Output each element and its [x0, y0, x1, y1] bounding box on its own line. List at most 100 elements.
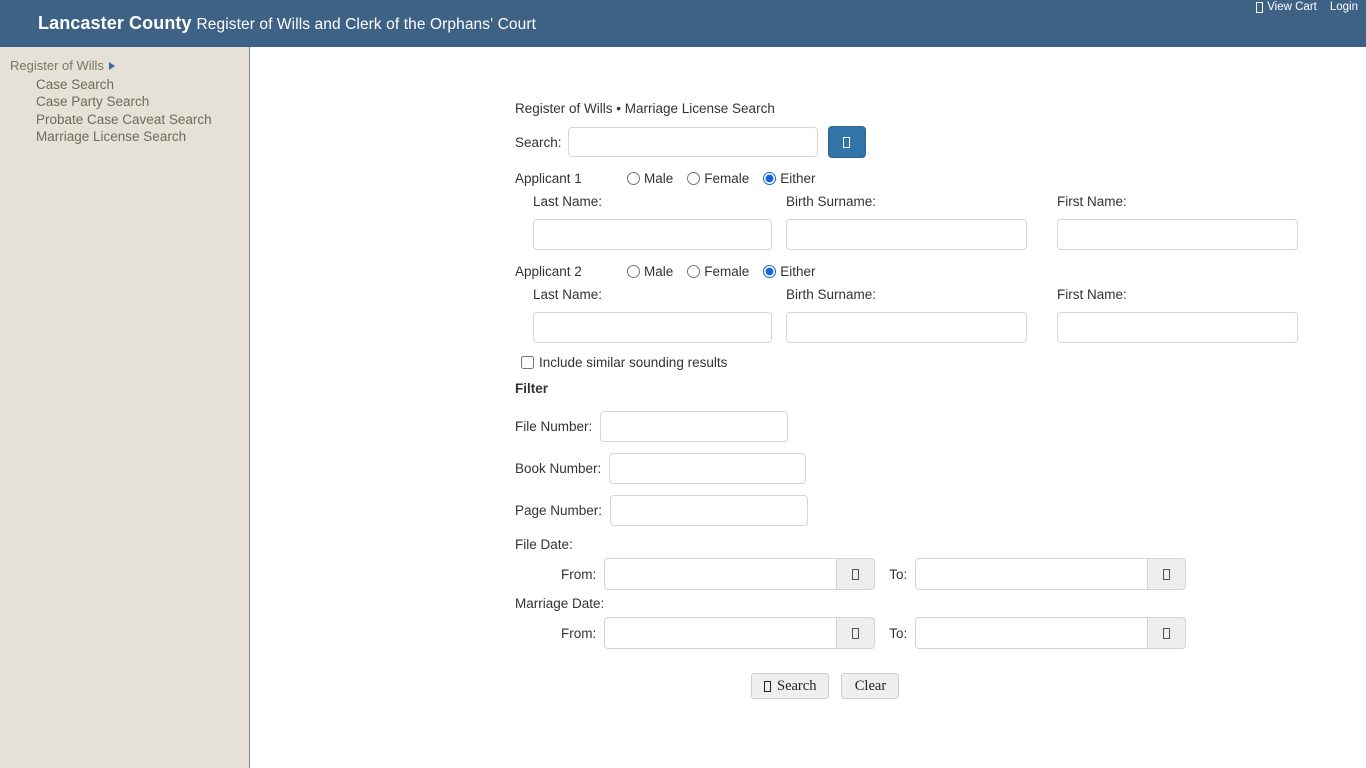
page-number-input[interactable]: [610, 495, 808, 526]
marriage-date-from-label: From:: [561, 626, 596, 641]
applicant1-first-name-field: First Name:: [1057, 194, 1328, 250]
applicant1-first-name-input[interactable]: [1057, 219, 1298, 250]
book-number-input[interactable]: [609, 453, 806, 484]
applicant1-gender-male-label: Male: [644, 171, 673, 186]
sidebar-root-label: Register of Wills: [10, 58, 104, 73]
cart-icon: [1256, 2, 1263, 13]
page-number-label: Page Number:: [515, 503, 602, 518]
file-date-from-input[interactable]: [604, 558, 836, 590]
site-brand: Lancaster County: [38, 13, 192, 33]
header-utilities: View Cart Login: [1256, 1, 1358, 13]
applicant1-fields: Last Name: Birth Surname: First Name:: [515, 194, 1366, 250]
sidebar-submenu: Case Search Case Party Search Probate Ca…: [0, 75, 249, 145]
search-icon: [764, 681, 771, 692]
search-input[interactable]: [568, 127, 818, 157]
applicant1-title: Applicant 1: [515, 171, 627, 186]
file-date-from-label: From:: [561, 567, 596, 582]
page-header: Lancaster County Register of Wills and C…: [0, 0, 1366, 47]
marriage-date-from-input[interactable]: [604, 617, 836, 649]
similar-sounding-checkbox[interactable]: [521, 356, 534, 369]
applicant2-first-name-field: First Name:: [1057, 287, 1328, 343]
applicant1-birth-surname-label: Birth Surname:: [786, 194, 1057, 214]
applicant1-gender-either[interactable]: Either: [763, 171, 815, 186]
marriage-date-from-calendar-button[interactable]: [836, 617, 875, 649]
applicant1-gender-female[interactable]: Female: [687, 171, 749, 186]
book-number-row: Book Number:: [515, 447, 1366, 489]
search-submit-button[interactable]: [828, 126, 866, 158]
file-number-label: File Number:: [515, 419, 592, 434]
login-label: Login: [1330, 1, 1358, 13]
calendar-icon: [1163, 569, 1170, 580]
applicant1-gender-either-radio[interactable]: [763, 172, 776, 185]
applicant2-gender-female[interactable]: Female: [687, 264, 749, 279]
applicant2-first-name-label: First Name:: [1057, 287, 1328, 307]
applicant1-gender-either-label: Either: [780, 171, 815, 186]
view-cart-link[interactable]: View Cart: [1256, 1, 1317, 13]
site-subtitle: Register of Wills and Clerk of the Orpha…: [196, 16, 536, 33]
applicant2-gender-group: Male Female Either: [627, 264, 816, 279]
applicant1-birth-surname-field: Birth Surname:: [786, 194, 1057, 250]
search-icon: [843, 137, 850, 148]
applicant2-gender-either-radio[interactable]: [763, 265, 776, 278]
applicant1-last-name-field: Last Name:: [515, 194, 786, 250]
file-date-to-group: [915, 558, 1186, 590]
clear-button-label: Clear: [855, 678, 886, 695]
search-label: Search:: [515, 135, 562, 150]
sidebar: Register of Wills Case Search Case Party…: [0, 47, 250, 768]
main-content: Register of Wills • Marriage License Sea…: [250, 47, 1366, 768]
file-date-to-calendar-button[interactable]: [1147, 558, 1186, 590]
applicant1-gender-female-radio[interactable]: [687, 172, 700, 185]
applicant2-gender-male-radio[interactable]: [627, 265, 640, 278]
applicant1-birth-surname-input[interactable]: [786, 219, 1027, 250]
marriage-date-label: Marriage Date:: [515, 596, 1366, 611]
sidebar-item-case-search[interactable]: Case Search: [36, 76, 249, 93]
applicant1-gender-male-radio[interactable]: [627, 172, 640, 185]
form-actions: Search Clear: [515, 673, 1366, 699]
sidebar-item-marriage-license-search[interactable]: Marriage License Search: [36, 128, 249, 145]
applicant2-first-name-input[interactable]: [1057, 312, 1298, 343]
file-number-input[interactable]: [600, 411, 788, 442]
applicant2-birth-surname-input[interactable]: [786, 312, 1027, 343]
chevron-right-icon: [109, 62, 115, 70]
applicant1-gender-male[interactable]: Male: [627, 171, 673, 186]
file-date-from-calendar-button[interactable]: [836, 558, 875, 590]
file-date-label: File Date:: [515, 537, 1366, 552]
applicant1-first-name-label: First Name:: [1057, 194, 1328, 214]
applicant2-last-name-input[interactable]: [533, 312, 772, 343]
applicant2-gender-either-label: Either: [780, 264, 815, 279]
applicant1-gender-group: Male Female Either: [627, 171, 816, 186]
applicant1-last-name-input[interactable]: [533, 219, 772, 250]
site-title: Lancaster County Register of Wills and C…: [38, 13, 536, 34]
breadcrumb: Register of Wills • Marriage License Sea…: [515, 101, 1366, 116]
applicant1-gender-female-label: Female: [704, 171, 749, 186]
applicant2-gender-either[interactable]: Either: [763, 264, 815, 279]
calendar-icon: [852, 628, 859, 639]
view-cart-label: View Cart: [1267, 1, 1317, 13]
sidebar-item-case-party-search[interactable]: Case Party Search: [36, 93, 249, 110]
sidebar-section-register-of-wills[interactable]: Register of Wills: [0, 56, 249, 75]
applicant2-fields: Last Name: Birth Surname: First Name:: [515, 287, 1366, 343]
applicant2-gender-male[interactable]: Male: [627, 264, 673, 279]
login-link[interactable]: Login: [1330, 1, 1358, 13]
applicant2-gender-female-radio[interactable]: [687, 265, 700, 278]
applicant2-gender-female-label: Female: [704, 264, 749, 279]
marriage-date-row: From: To:: [515, 617, 1366, 649]
similar-sounding-row[interactable]: Include similar sounding results: [515, 355, 1366, 370]
page-number-row: Page Number:: [515, 489, 1366, 531]
sidebar-item-probate-case-caveat-search[interactable]: Probate Case Caveat Search: [36, 111, 249, 128]
marriage-date-to-calendar-button[interactable]: [1147, 617, 1186, 649]
quick-search-row: Search:: [515, 126, 1366, 158]
file-date-row: From: To:: [515, 558, 1366, 590]
clear-button[interactable]: Clear: [841, 673, 899, 699]
marriage-date-from-group: [604, 617, 875, 649]
file-date-from-group: [604, 558, 875, 590]
marriage-date-to-input[interactable]: [915, 617, 1147, 649]
filter-heading: Filter: [515, 381, 1366, 396]
marriage-date-to-label: To:: [889, 626, 907, 641]
applicant2-birth-surname-label: Birth Surname:: [786, 287, 1057, 307]
calendar-icon: [852, 569, 859, 580]
search-button[interactable]: Search: [751, 673, 829, 699]
similar-sounding-label: Include similar sounding results: [539, 355, 727, 370]
calendar-icon: [1163, 628, 1170, 639]
file-date-to-input[interactable]: [915, 558, 1147, 590]
